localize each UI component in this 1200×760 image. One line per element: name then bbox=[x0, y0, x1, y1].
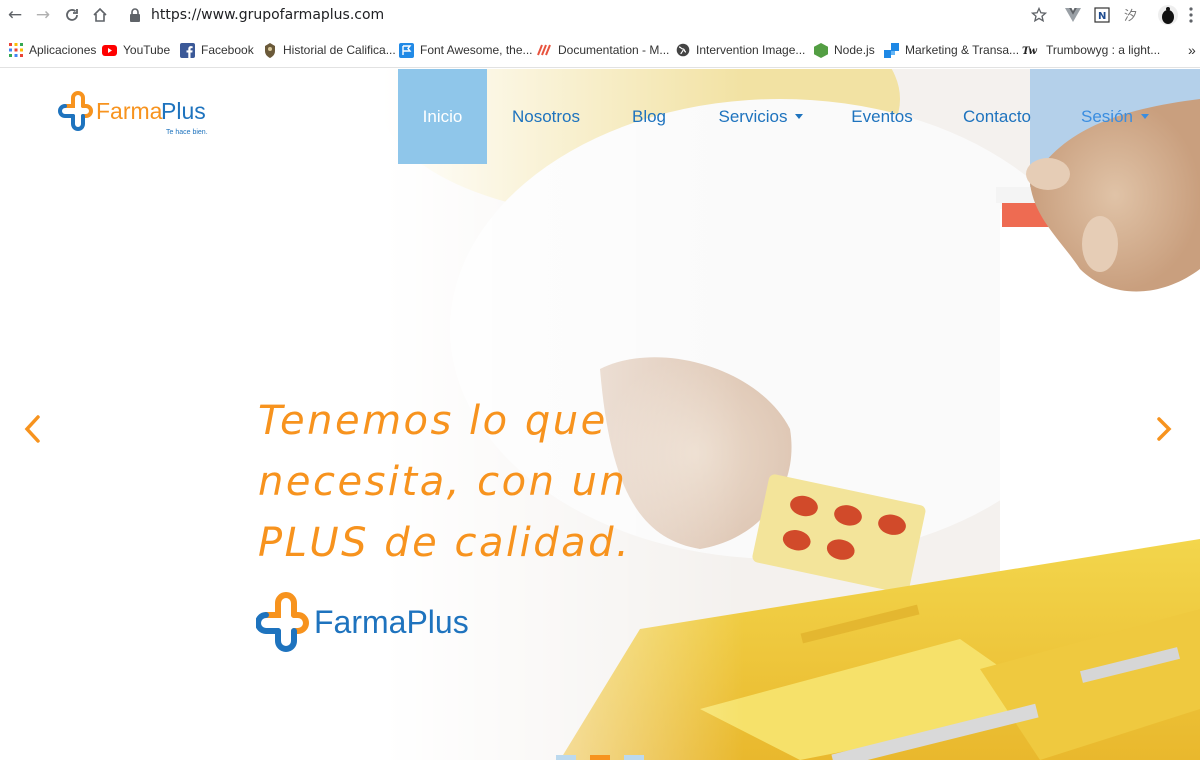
carousel-indicator-1[interactable] bbox=[556, 755, 576, 760]
caret-down-icon bbox=[795, 114, 804, 119]
bookmark-aplicaciones[interactable]: Aplicaciones bbox=[8, 41, 96, 59]
bookmark-label: Trumbowyg : a light... bbox=[1046, 43, 1161, 57]
docs-icon bbox=[537, 43, 552, 58]
nav-contacto[interactable]: Contacto bbox=[952, 69, 1042, 164]
nav-label: Inicio bbox=[422, 106, 463, 126]
bookmark-label: Facebook bbox=[201, 43, 254, 57]
bookmark-marketing[interactable]: Marketing & Transa... bbox=[884, 41, 1019, 59]
farmaplus-logo[interactable]: Farma Plus bbox=[56, 91, 216, 146]
bookmark-label: Font Awesome, the... bbox=[420, 43, 533, 57]
forward-arrow-icon[interactable]: → bbox=[32, 4, 54, 26]
more-bookmarks-button[interactable]: » bbox=[1188, 41, 1196, 59]
hero-headline-line: PLUS de calidad. bbox=[258, 520, 632, 566]
bookmarks-bar: Aplicaciones YouTube Facebook Historial … bbox=[0, 32, 1200, 68]
bookmark-label: Intervention Image... bbox=[696, 43, 806, 57]
svg-text:汐: 汐 bbox=[1124, 8, 1137, 23]
profile-avatar-icon[interactable] bbox=[1156, 5, 1180, 25]
cross-logo-icon bbox=[255, 592, 309, 652]
carousel-prev-button[interactable] bbox=[18, 409, 48, 449]
globe-icon bbox=[675, 43, 690, 58]
chevron-right-icon bbox=[1157, 417, 1172, 441]
nav-inicio[interactable]: Inicio bbox=[398, 69, 487, 164]
bookmark-label: Aplicaciones bbox=[29, 43, 97, 57]
nav-servicios[interactable]: Servicios bbox=[706, 69, 816, 164]
caret-down-icon bbox=[1140, 114, 1149, 119]
svg-text:Plus: Plus bbox=[161, 98, 206, 124]
blocks-icon bbox=[884, 42, 899, 58]
nav-nosotros[interactable]: Nosotros bbox=[500, 69, 592, 164]
nav-label: Sesión bbox=[1081, 106, 1133, 126]
carousel-indicator-2[interactable] bbox=[590, 755, 610, 760]
bookmark-label: Marketing & Transa... bbox=[905, 43, 1020, 57]
nav-label: Contacto bbox=[962, 106, 1032, 126]
bookmark-facebook[interactable]: Facebook bbox=[180, 41, 254, 59]
home-icon[interactable] bbox=[89, 4, 111, 26]
reload-icon[interactable] bbox=[61, 4, 83, 26]
hero-headline-line: Tenemos lo que bbox=[258, 398, 608, 444]
apps-grid-icon bbox=[8, 43, 23, 58]
svg-text:FarmaPlus: FarmaPlus bbox=[314, 604, 469, 640]
hero-headline: Tenemos lo que necesita, con un PLUS de … bbox=[258, 391, 678, 574]
crest-icon bbox=[262, 42, 277, 58]
address-bar[interactable]: https://www.grupofarmaplus.com bbox=[151, 7, 384, 23]
carousel-next-button[interactable] bbox=[1144, 405, 1184, 453]
bookmark-label: Historial de Califica... bbox=[283, 43, 396, 57]
menu-kebab-icon[interactable] bbox=[1186, 5, 1196, 25]
logo-tagline: Te hace bien. bbox=[166, 129, 208, 136]
notion-icon[interactable]: N bbox=[1093, 5, 1111, 25]
nav-sesion[interactable]: Sesión bbox=[1070, 69, 1160, 164]
back-arrow-icon[interactable]: ← bbox=[4, 4, 26, 26]
youtube-icon bbox=[102, 43, 117, 58]
hero-brand-logo: FarmaPlus bbox=[255, 585, 476, 657]
svg-text:Farma: Farma bbox=[96, 98, 163, 124]
nav-label: Eventos bbox=[851, 106, 913, 126]
carousel-indicator-3[interactable] bbox=[624, 755, 644, 760]
hero-headline-line: necesita, con un bbox=[258, 459, 628, 505]
facebook-icon bbox=[180, 42, 195, 58]
svg-text:Tw: Tw bbox=[1022, 46, 1037, 56]
svg-text:N: N bbox=[1098, 11, 1106, 22]
trumbowyg-icon: Tw bbox=[1022, 43, 1040, 58]
nav-eventos[interactable]: Eventos bbox=[842, 69, 922, 164]
bookmark-label: YouTube bbox=[123, 43, 171, 57]
cross-logo-icon bbox=[58, 91, 93, 131]
nav-label: Servicios bbox=[718, 106, 788, 126]
flag-icon bbox=[399, 42, 414, 58]
star-icon[interactable] bbox=[1030, 5, 1048, 25]
nav-label: Blog bbox=[631, 106, 667, 126]
bookmark-font-awesome[interactable]: Font Awesome, the... bbox=[399, 41, 533, 59]
bookmark-documentation[interactable]: Documentation - M... bbox=[537, 41, 669, 59]
website-viewport: Farma Plus Te hace bien. Inicio Nosotros… bbox=[0, 69, 1200, 760]
bookmark-nodejs[interactable]: Node.js bbox=[813, 41, 875, 59]
nodejs-icon bbox=[813, 42, 828, 58]
nav-label: Nosotros bbox=[511, 106, 581, 126]
bookmark-label: Node.js bbox=[834, 43, 875, 57]
bookmark-youtube[interactable]: YouTube bbox=[102, 41, 170, 59]
lock-icon bbox=[130, 8, 140, 22]
bookmark-intervention[interactable]: Intervention Image... bbox=[675, 41, 805, 59]
bookmark-label: Documentation - M... bbox=[558, 43, 670, 57]
bookmark-historial[interactable]: Historial de Califica... bbox=[262, 41, 396, 59]
bookmark-trumbowyg[interactable]: Tw Trumbowyg : a light... bbox=[1022, 41, 1160, 59]
translate-icon[interactable]: 汐 bbox=[1122, 5, 1140, 25]
carousel-indicators bbox=[556, 755, 644, 760]
main-navbar: Farma Plus Te hace bien. Inicio Nosotros… bbox=[0, 69, 1200, 164]
nav-blog[interactable]: Blog bbox=[618, 69, 680, 164]
browser-toolbar: ← → https://www.grupofarmaplus.com N 汐 bbox=[0, 0, 1200, 32]
chevron-left-icon bbox=[24, 415, 40, 443]
vue-devtools-icon[interactable] bbox=[1064, 5, 1082, 25]
